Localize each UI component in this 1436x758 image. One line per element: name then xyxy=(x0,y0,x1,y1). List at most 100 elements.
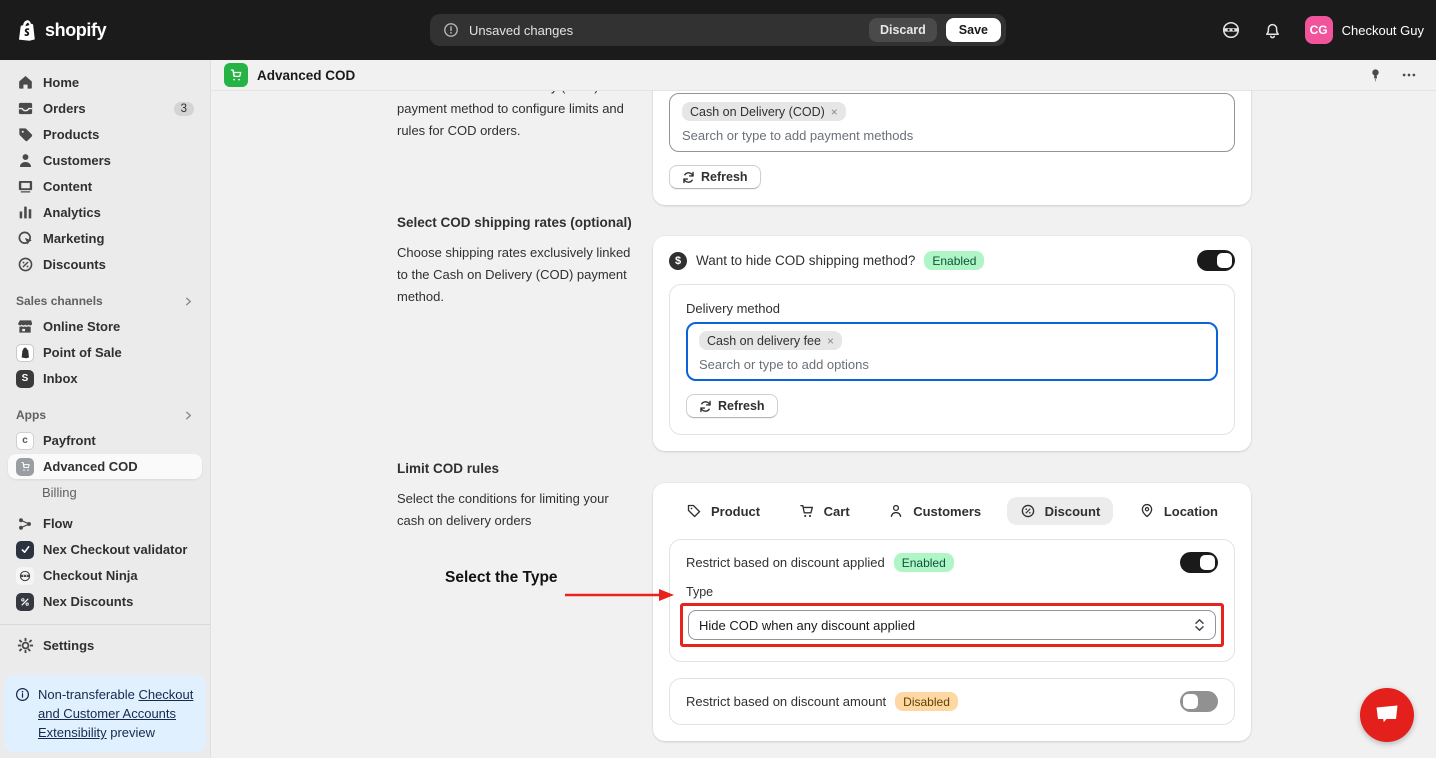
chat-widget-button[interactable] xyxy=(1360,688,1414,742)
remove-chip-icon[interactable]: × xyxy=(831,106,838,118)
sidebar-item-discounts[interactable]: Discounts xyxy=(8,252,202,277)
sidebar-item-checkout-ninja[interactable]: Checkout Ninja xyxy=(8,563,202,588)
notifications-bell-icon[interactable] xyxy=(1263,20,1283,40)
delivery-method-label: Delivery method xyxy=(686,301,780,316)
sidebar-item-orders[interactable]: Orders 3 xyxy=(8,96,202,121)
toggle-knob xyxy=(1200,555,1215,570)
status-badge: Disabled xyxy=(895,692,958,711)
sidebar-item-customers[interactable]: Customers xyxy=(8,148,202,173)
discount-type-select[interactable]: Hide COD when any discount applied xyxy=(688,610,1216,640)
currency-icon: $ xyxy=(669,251,687,270)
nex-discounts-icon xyxy=(16,592,34,611)
delivery-method-input[interactable]: Cash on delivery fee × Search or type to… xyxy=(686,322,1218,381)
remove-chip-icon[interactable]: × xyxy=(827,335,834,347)
sidebar-item-online-store[interactable]: Online Store xyxy=(8,314,202,339)
tab-customers[interactable]: Customers xyxy=(875,497,994,525)
topbar: shopify Unsaved changes Discard Save CG … xyxy=(0,0,1436,60)
payment-methods-input[interactable]: Cash on Delivery (COD) × Search or type … xyxy=(669,93,1235,152)
cart-icon xyxy=(799,503,815,519)
apps-header[interactable]: Apps xyxy=(8,405,202,425)
sidebar-item-label: Inbox xyxy=(43,371,78,386)
status-badge: Enabled xyxy=(893,553,954,572)
sidebar-item-flow[interactable]: Flow xyxy=(8,511,202,536)
app-title: Advanced COD xyxy=(224,63,355,87)
tab-product[interactable]: Product xyxy=(673,497,773,525)
sidebar-item-nex-discounts[interactable]: Nex Discounts xyxy=(8,589,202,614)
orders-icon xyxy=(16,100,34,118)
user-avatar: CG xyxy=(1304,16,1333,44)
sidebar-item-analytics[interactable]: Analytics xyxy=(8,200,202,225)
sidebar-item-label: Advanced COD xyxy=(43,459,138,474)
sidebar-item-label: Online Store xyxy=(43,319,121,334)
sidebar-item-label: Nex Discounts xyxy=(43,594,134,609)
discount-applied-toggle[interactable] xyxy=(1180,552,1218,573)
hide-shipping-question: Want to hide COD shipping method? xyxy=(696,253,916,268)
payment-method-chip: Cash on Delivery (COD) × xyxy=(682,102,846,121)
sidebar-item-inbox[interactable]: S Inbox xyxy=(8,366,202,391)
refresh-payment-methods-button[interactable]: Refresh xyxy=(669,165,761,189)
select-the-type-annotation: Select the Type xyxy=(445,569,558,586)
sidebar-divider xyxy=(0,624,210,625)
customers-icon xyxy=(16,152,34,170)
content-icon xyxy=(16,178,34,196)
orders-count-badge: 3 xyxy=(173,101,194,116)
sidebar-item-billing[interactable]: Billing xyxy=(8,480,202,505)
status-badge: Enabled xyxy=(924,251,985,270)
sidebar-item-payfront[interactable]: c Payfront xyxy=(8,428,202,453)
preview-info-banner: Non-transferable Checkout and Customer A… xyxy=(4,675,206,752)
customers-outline-icon xyxy=(888,503,904,519)
refresh-delivery-methods-button[interactable]: Refresh xyxy=(686,394,778,418)
select-updown-icon xyxy=(1193,618,1205,632)
payment-methods-section: Select the Cash on Delivery (COD) paymen… xyxy=(211,91,1436,205)
sidebar-item-label: Customers xyxy=(43,153,111,168)
chevron-right-icon xyxy=(182,295,194,307)
payfront-icon: c xyxy=(16,431,34,450)
save-button[interactable]: Save xyxy=(945,18,1001,42)
sidebar-item-products[interactable]: Products xyxy=(8,122,202,147)
pin-icon[interactable] xyxy=(1366,66,1384,84)
sidebar-item-home[interactable]: Home xyxy=(8,70,202,95)
tab-discount[interactable]: Discount xyxy=(1006,497,1114,525)
shopify-logo[interactable]: shopify xyxy=(16,18,107,42)
tab-cart[interactable]: Cart xyxy=(786,497,863,525)
sidebar-item-marketing[interactable]: Marketing xyxy=(8,226,202,251)
sidebar-item-settings[interactable]: Settings xyxy=(8,633,202,658)
sidebar-item-label: Discounts xyxy=(43,257,106,272)
sales-channels-header[interactable]: Sales channels xyxy=(8,291,202,311)
discount-amount-toggle[interactable] xyxy=(1180,691,1218,712)
toggle-knob xyxy=(1183,694,1198,709)
payment-methods-placeholder: Search or type to add payment methods xyxy=(682,128,914,143)
rules-tabs: Product Cart Customers Discount Location xyxy=(669,497,1235,525)
delivery-method-placeholder: Search or type to add options xyxy=(699,357,869,372)
sidebar-item-point-of-sale[interactable]: Point of Sale xyxy=(8,340,202,365)
sidebar-item-label: Products xyxy=(43,127,100,142)
shopify-bag-icon xyxy=(16,18,38,42)
sidebar-item-label: Billing xyxy=(42,485,77,500)
payment-methods-card: Cash on Delivery (COD) × Search or type … xyxy=(653,91,1251,205)
ninja-icon[interactable] xyxy=(1221,20,1241,40)
discard-button[interactable]: Discard xyxy=(868,18,937,42)
hide-shipping-card: $ Want to hide COD shipping method? Enab… xyxy=(653,236,1251,451)
sidebar-item-label: Nex Checkout validator xyxy=(43,542,188,557)
annotation-arrow xyxy=(563,587,675,608)
checkout-ninja-icon xyxy=(16,566,34,585)
sidebar-item-content[interactable]: Content xyxy=(8,174,202,199)
sidebar-item-label: Point of Sale xyxy=(43,345,122,360)
sidebar-item-label: Orders xyxy=(43,101,86,116)
sidebar-item-advanced-cod[interactable]: Advanced COD xyxy=(8,454,202,479)
discounts-icon xyxy=(16,256,34,274)
main-area: Advanced COD Select the Cash on Delivery… xyxy=(211,60,1436,758)
type-label: Type xyxy=(686,585,714,599)
shipping-rates-section: Select COD shipping rates (optional) Cho… xyxy=(211,205,1436,451)
product-tag-icon xyxy=(686,503,702,519)
user-menu[interactable]: CG Checkout Guy xyxy=(1304,16,1424,44)
sidebar-item-label: Checkout Ninja xyxy=(43,568,138,583)
sidebar-item-nex-checkout-validator[interactable]: Nex Checkout validator xyxy=(8,537,202,562)
sidebar-item-label: Home xyxy=(43,75,80,90)
more-actions-icon[interactable] xyxy=(1400,66,1418,84)
unsaved-changes-bar: Unsaved changes Discard Save xyxy=(430,14,1006,46)
hide-shipping-toggle[interactable] xyxy=(1197,250,1235,271)
discount-amount-label: Restrict based on discount amount xyxy=(686,694,887,709)
tab-location[interactable]: Location xyxy=(1126,497,1231,525)
discount-applied-rule: Restrict based on discount applied Enabl… xyxy=(669,539,1235,662)
